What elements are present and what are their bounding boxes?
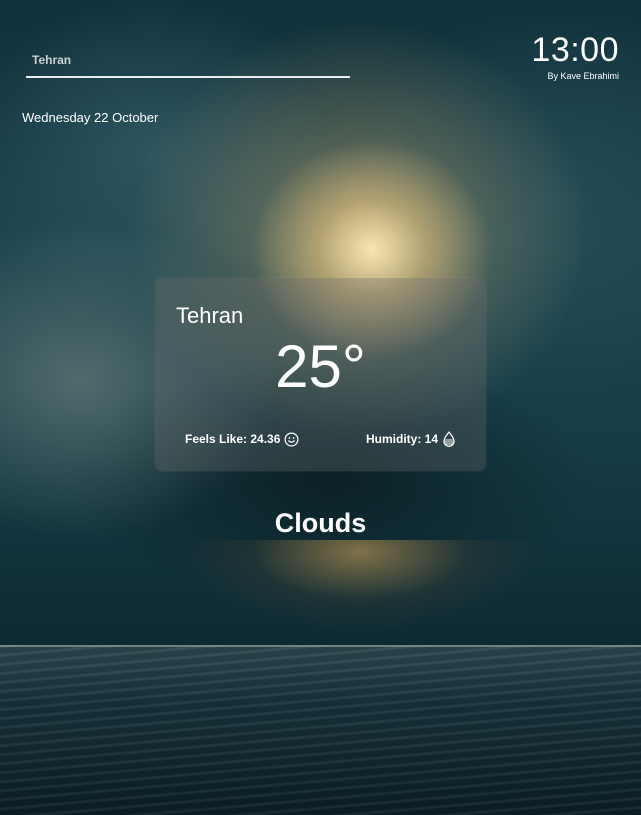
search-input[interactable]: [32, 50, 332, 70]
stormy-sea: [0, 645, 641, 815]
humidity-label: Humidity: 14: [365, 432, 438, 446]
weather-condition: Clouds: [274, 508, 367, 538]
temperature: 25°: [275, 333, 366, 400]
weather-stats: Feels Like: 24.36 Humidity: 14: [185, 431, 456, 447]
humidity: Humidity: 14: [366, 431, 456, 447]
card-city: Tehran: [176, 303, 244, 328]
clock-time: 13:00: [531, 31, 619, 69]
droplet-icon: [442, 431, 456, 447]
feels-like-label: Feels Like: 24.36: [185, 432, 281, 446]
current-date: Wednesday 22 October: [22, 110, 159, 125]
sun-rays: [180, 540, 540, 660]
author-credit: By Kave Ebrahimi: [547, 71, 619, 81]
city-search: [26, 44, 350, 78]
smile-icon: [284, 432, 299, 447]
clock: 13:00 By Kave Ebrahimi: [531, 32, 619, 81]
weather-card: Tehran 25° Feels Like: 24.36 Humidity: 1…: [155, 278, 486, 471]
feels-like: Feels Like: 24.36: [185, 431, 299, 447]
